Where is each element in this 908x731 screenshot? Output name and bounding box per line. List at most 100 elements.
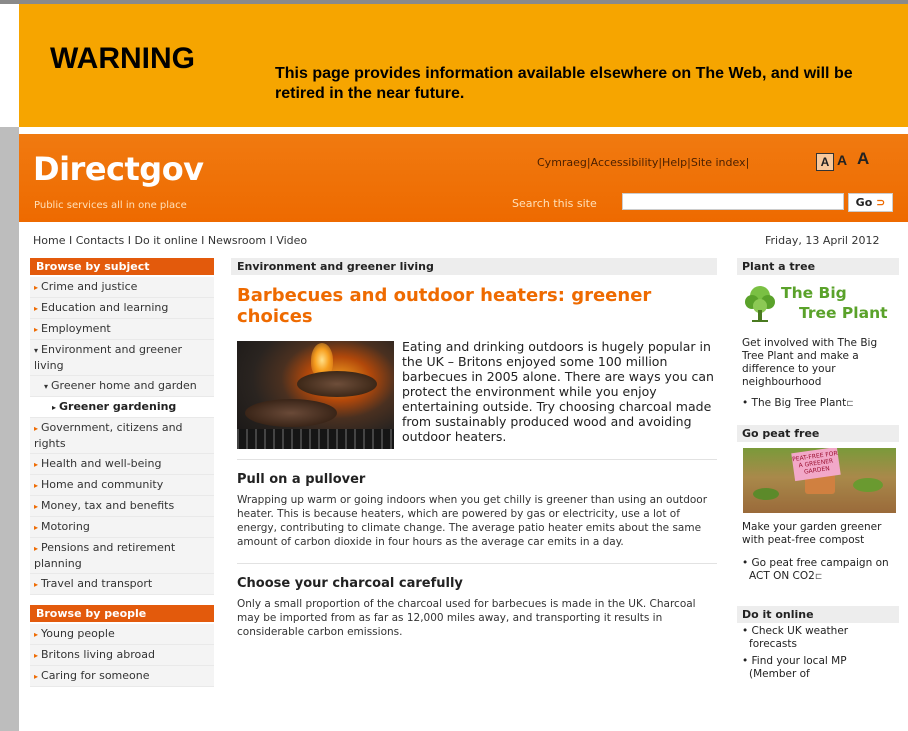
subject-employment[interactable]: ▸ Employment <box>30 319 214 340</box>
leaf-shape <box>753 488 779 500</box>
search-input[interactable] <box>622 193 844 210</box>
bullet-icon: ▸ <box>34 630 39 639</box>
bullet-icon: ▸ <box>34 424 39 433</box>
subject-pensions[interactable]: ▸ Pensions and retirement planning <box>30 538 214 574</box>
subject-label: Greener gardening <box>59 400 177 413</box>
divider <box>237 563 717 564</box>
section-heading: Environment and greener living <box>231 258 717 275</box>
bullet-icon: • <box>742 397 752 409</box>
plant-a-tree-heading: Plant a tree <box>737 258 899 275</box>
go-peat-free-heading: Go peat free <box>737 425 899 442</box>
nav-video[interactable]: Video <box>276 234 307 247</box>
search-label: Search this site <box>512 197 597 210</box>
right-sidebar: Plant a tree The Big Tree Plant Get invo… <box>737 258 899 681</box>
online-weather-link[interactable]: • Check UK weather forecasts <box>737 625 899 651</box>
people-label: Caring for someone <box>41 669 150 682</box>
page-title: Barbecues and outdoor heaters: greener c… <box>237 285 652 327</box>
current-date: Friday, 13 April 2012 <box>765 234 880 247</box>
text-size-large-button[interactable]: A <box>857 149 869 169</box>
link-cymraeg[interactable]: Cymraeg <box>537 156 587 169</box>
bullet-icon: ▸ <box>34 283 39 292</box>
nav-separator: I <box>197 234 208 247</box>
tree-link[interactable]: • The Big Tree Plant⊏ <box>737 397 899 411</box>
subject-home-and-community[interactable]: ▸ Home and community <box>30 475 214 496</box>
site-frame: Directgov Public services all in one pla… <box>19 127 908 731</box>
subject-education-and-learning[interactable]: ▸ Education and learning <box>30 298 214 319</box>
main-content: Environment and greener living Barbecues… <box>231 258 717 639</box>
bullet-icon: ▸ <box>34 502 39 511</box>
bullet-icon: ▾ <box>44 382 49 391</box>
logo-tagline: Public services all in one place <box>34 200 187 211</box>
external-link-icon: ⊏ <box>814 572 823 582</box>
tree-link-label: The Big Tree Plant <box>751 397 847 409</box>
text-size-medium-button[interactable]: A <box>837 152 847 168</box>
search-go-button[interactable]: Go ⊃ <box>848 193 893 212</box>
link-accessibility[interactable]: Accessibility <box>591 156 659 169</box>
subject-greener-gardening-current[interactable]: ▸ Greener gardening <box>30 397 214 418</box>
go-arrow-icon: ⊃ <box>876 196 886 209</box>
subject-label: Motoring <box>41 520 90 533</box>
barbecue-photo <box>237 341 394 449</box>
subject-crime-and-justice[interactable]: ▸ Crime and justice <box>30 277 214 298</box>
subject-travel-and-transport[interactable]: ▸ Travel and transport <box>30 574 214 595</box>
left-gutter <box>0 127 19 731</box>
subject-label: Employment <box>41 322 111 335</box>
subject-greener-home-and-garden[interactable]: ▾ Greener home and garden <box>30 376 214 397</box>
online-mp-link[interactable]: • Find your local MP (Member of <box>737 655 899 681</box>
subject-environment[interactable]: ▾ Environment and greener living <box>30 340 214 376</box>
subject-government[interactable]: ▸ Government, citizens and rights <box>30 418 214 454</box>
tree-description: Get involved with The Big Tree Plant and… <box>742 337 878 388</box>
peat-free-photo: PEAT-FREE FOR A GREENER GARDEN <box>743 448 896 513</box>
tree-logo-line-1: The Big <box>781 284 847 302</box>
people-label: Britons living abroad <box>41 648 155 661</box>
directgov-logo[interactable]: Directgov <box>33 150 204 188</box>
subject-motoring[interactable]: ▸ Motoring <box>30 517 214 538</box>
nav-home[interactable]: Home <box>33 234 65 247</box>
bullet-icon: ▸ <box>52 403 57 412</box>
big-tree-plant-logo[interactable]: The Big Tree Plant <box>737 280 899 337</box>
subject-label: Home and community <box>41 478 164 491</box>
bullet-icon: ▸ <box>34 651 39 660</box>
link-site-index[interactable]: Site index <box>691 156 746 169</box>
subject-money-tax-benefits[interactable]: ▸ Money, tax and benefits <box>30 496 214 517</box>
online-link-label: Find your local MP (Member of <box>749 655 847 680</box>
peat-description: Make your garden greener with peat-free … <box>742 521 882 546</box>
peat-link[interactable]: • Go peat free campaign on ACT ON CO2⊏ <box>737 557 899 584</box>
go-label: Go <box>855 196 873 209</box>
bullet-icon: ▸ <box>34 304 39 313</box>
warning-banner: WARNING This page provides information a… <box>19 4 908 127</box>
browse-by-subject-heading: Browse by subject <box>30 258 214 275</box>
site-header: Directgov Public services all in one pla… <box>19 134 908 222</box>
page: WARNING This page provides information a… <box>0 0 908 731</box>
bullet-icon: ▸ <box>34 672 39 681</box>
main-nav: Home I Contacts I Do it online I Newsroo… <box>33 234 307 247</box>
burger-patty-shape <box>245 399 337 427</box>
tree-icon <box>745 286 775 322</box>
bullet-icon: ▸ <box>34 523 39 532</box>
nav-newsroom[interactable]: Newsroom <box>208 234 266 247</box>
subject-label: Money, tax and benefits <box>41 499 175 512</box>
nav-separator: I <box>124 234 135 247</box>
nav-contacts[interactable]: Contacts <box>76 234 125 247</box>
utility-links: Cymraeg | Accessibility | Help | Site in… <box>537 156 749 169</box>
subject-health[interactable]: ▸ Health and well-being <box>30 454 214 475</box>
bullet-icon: ▸ <box>34 481 39 490</box>
people-young-people[interactable]: ▸ Young people <box>30 624 214 645</box>
section-text-pullover: Wrapping up warm or going indoors when y… <box>237 494 708 548</box>
util-separator: | <box>745 156 750 169</box>
nav-do-it-online[interactable]: Do it online <box>135 234 198 247</box>
people-britons-abroad[interactable]: ▸ Britons living abroad <box>30 645 214 666</box>
link-help[interactable]: Help <box>662 156 687 169</box>
bullet-icon: ▸ <box>34 544 39 553</box>
grill-bars-shape <box>237 429 394 449</box>
do-it-online-heading: Do it online <box>737 606 899 623</box>
leaf-shape <box>853 478 883 492</box>
bullet-icon: ▾ <box>34 346 39 355</box>
bullet-icon: • <box>742 625 752 637</box>
burger-patty-shape <box>297 371 377 397</box>
bullet-icon: ▸ <box>34 580 39 589</box>
online-link-label: Check UK weather forecasts <box>749 625 849 650</box>
people-caring[interactable]: ▸ Caring for someone <box>30 666 214 687</box>
nav-separator: I <box>266 234 277 247</box>
text-size-small-button[interactable]: A <box>816 153 834 171</box>
